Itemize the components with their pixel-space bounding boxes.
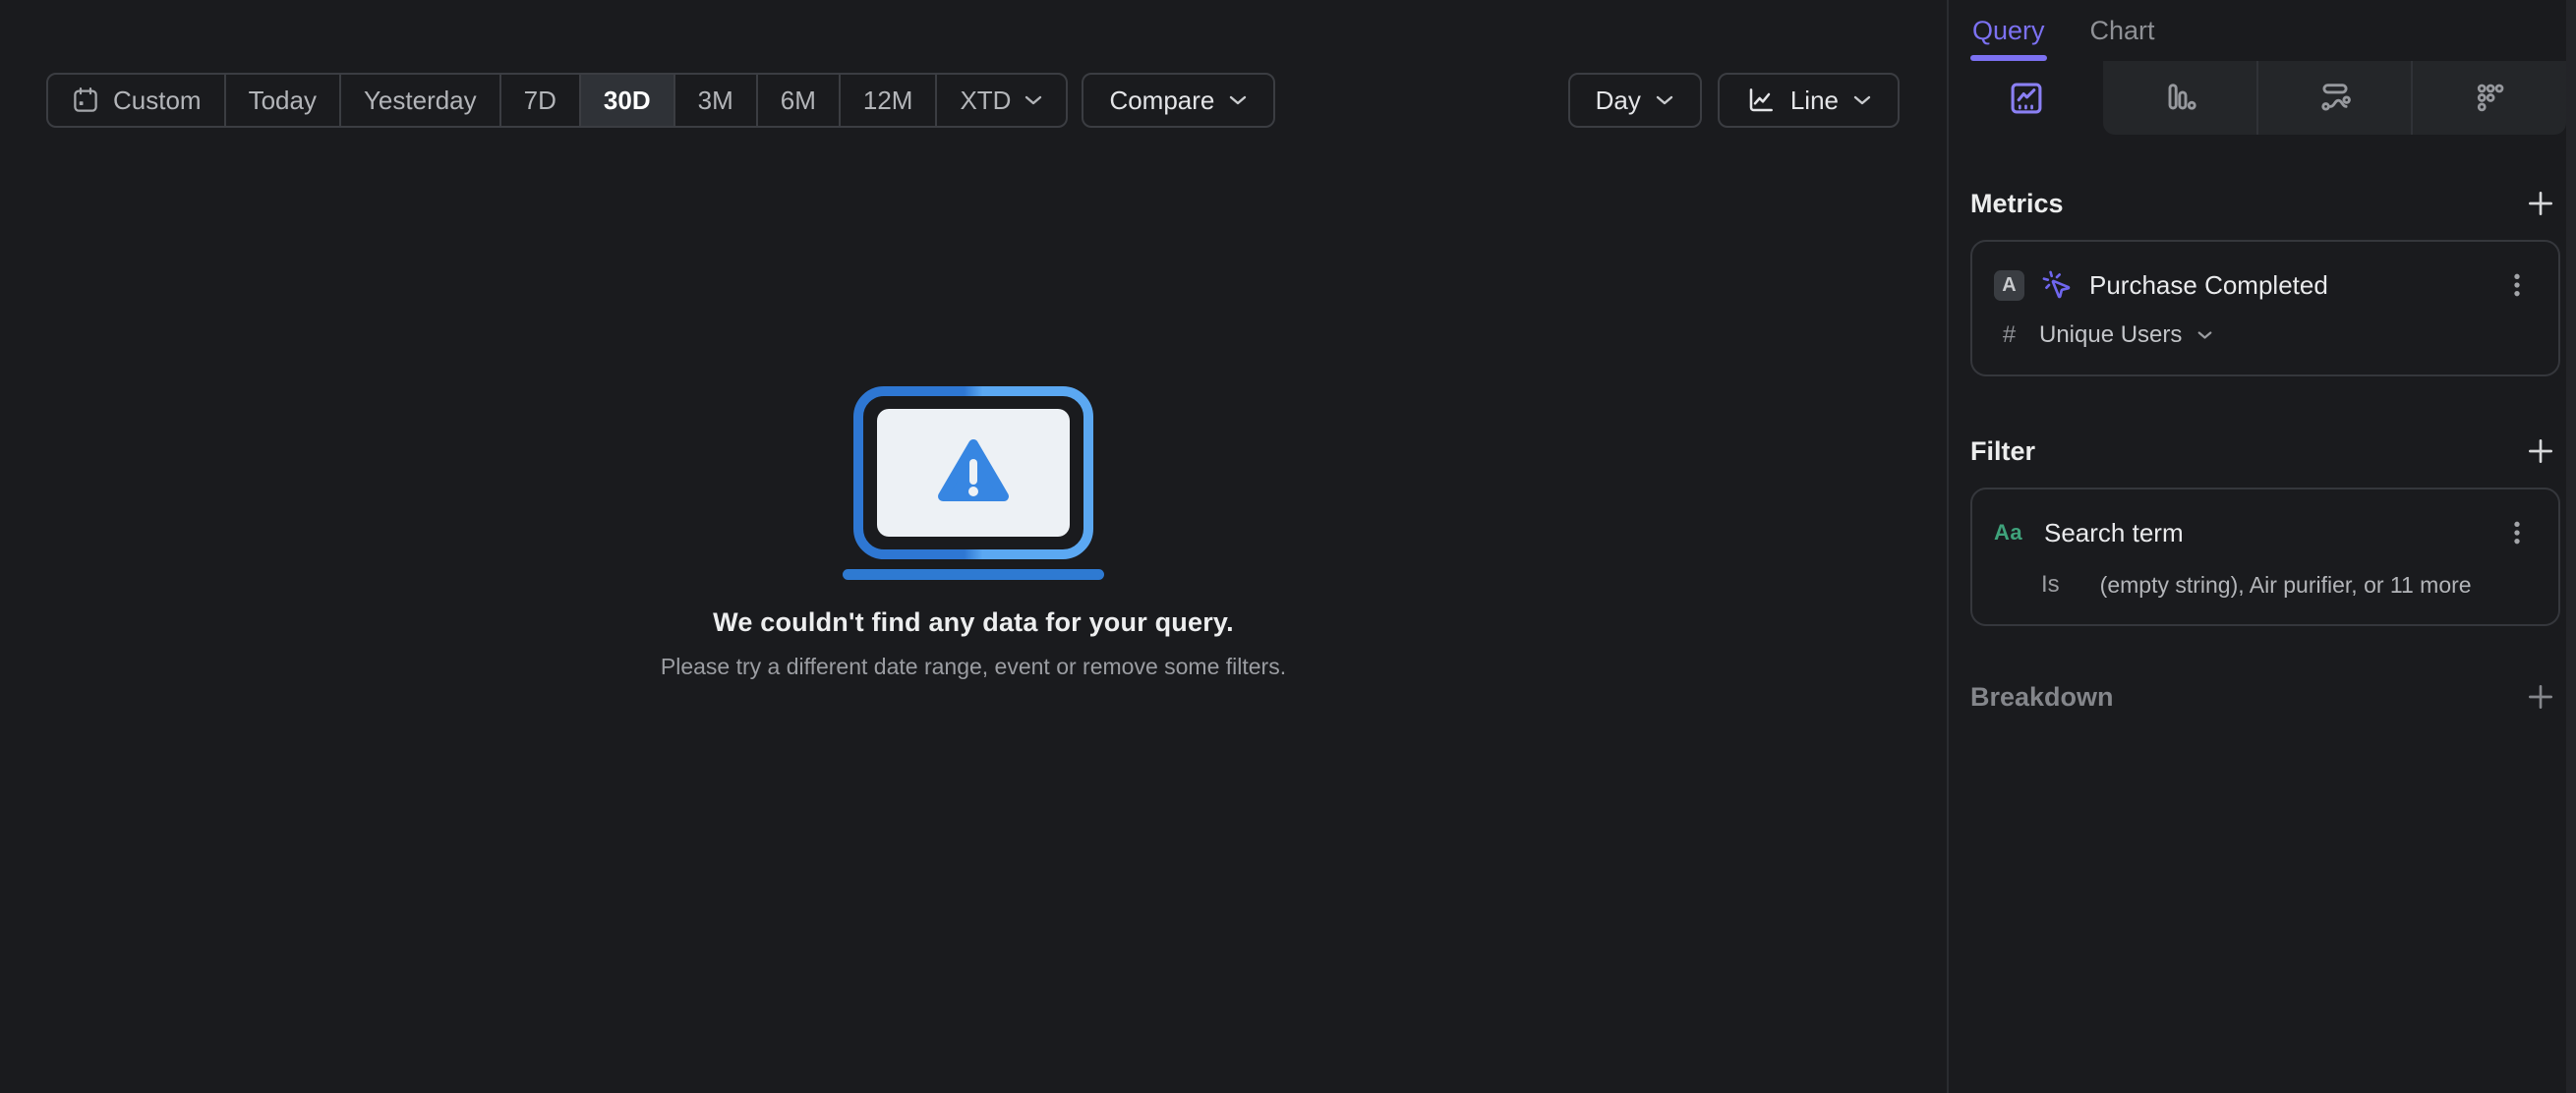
insights-icon bbox=[2011, 83, 2041, 113]
metric-event-row: A Purchase Completed bbox=[1994, 265, 2537, 305]
date-range-7d[interactable]: 7D bbox=[498, 75, 579, 126]
tab-retention[interactable] bbox=[2411, 61, 2566, 135]
filter-card[interactable]: Aa Search term Is (empty string), Air pu… bbox=[1970, 488, 2560, 626]
filter-values: (empty string), Air purifier, or 11 more bbox=[2099, 571, 2472, 598]
filter-property-name[interactable]: Search term bbox=[2044, 518, 2184, 548]
total-count-icon: # bbox=[2002, 321, 2017, 348]
flows-icon bbox=[2320, 83, 2351, 111]
funnels-icon bbox=[2168, 83, 2196, 110]
empty-state-subtitle: Please try a different date range, event… bbox=[660, 654, 1287, 679]
date-range-today[interactable]: Today bbox=[223, 75, 339, 126]
kebab-menu-icon bbox=[2514, 273, 2520, 297]
filter-condition-row[interactable]: Is (empty string), Air purifier, or 11 m… bbox=[1994, 571, 2537, 599]
plus-icon bbox=[2529, 685, 2552, 709]
main-area: Custom Today Yesterday 7D 30D 3M 6M 12M … bbox=[0, 0, 1947, 1093]
add-filter-button[interactable] bbox=[2521, 431, 2560, 471]
metric-event-name[interactable]: Purchase Completed bbox=[2089, 270, 2328, 301]
report-type-tab-group bbox=[2103, 61, 2566, 135]
compare-button[interactable]: Compare bbox=[1082, 73, 1276, 128]
chevron-down-icon bbox=[1656, 95, 1673, 105]
toolbar-right-group: Day Line bbox=[1567, 73, 1900, 128]
filter-property-row: Aa Search term bbox=[1994, 513, 2537, 552]
string-property-icon: Aa bbox=[1994, 520, 2023, 545]
toolbar: Custom Today Yesterday 7D 30D 3M 6M 12M … bbox=[46, 73, 1900, 128]
date-range-6m[interactable]: 6M bbox=[755, 75, 839, 126]
active-tab-underline bbox=[1970, 55, 2047, 61]
sidebar-tabs: Query Chart bbox=[1949, 0, 2576, 61]
kebab-menu-icon bbox=[2514, 521, 2520, 545]
add-breakdown-button[interactable] bbox=[2521, 677, 2560, 717]
chevron-down-icon bbox=[1025, 95, 1042, 105]
chevron-down-icon bbox=[1230, 95, 1247, 105]
date-range-control: Custom Today Yesterday 7D 30D 3M 6M 12M … bbox=[46, 73, 1069, 128]
filter-options-button[interactable] bbox=[2497, 513, 2537, 552]
report-type-tabs bbox=[1949, 61, 2576, 135]
metrics-title: Metrics bbox=[1970, 188, 2064, 218]
metric-aggregation-row[interactable]: # Unique Users bbox=[1994, 321, 2537, 349]
aggregation-label: Unique Users bbox=[2039, 321, 2183, 348]
date-range-12m[interactable]: 12M bbox=[838, 75, 936, 126]
breakdown-section-header: Breakdown bbox=[1970, 677, 2560, 717]
date-range-custom[interactable]: Custom bbox=[48, 75, 224, 126]
chevron-down-icon bbox=[2197, 331, 2212, 339]
date-range-30d[interactable]: 30D bbox=[578, 75, 673, 126]
chevron-down-icon bbox=[1853, 95, 1871, 105]
tab-chart[interactable]: Chart bbox=[2090, 0, 2155, 61]
date-range-yesterday[interactable]: Yesterday bbox=[338, 75, 499, 126]
metric-card[interactable]: A Purchase Completed # Unique Users bbox=[1970, 240, 2560, 376]
metrics-section-header: Metrics bbox=[1970, 184, 2560, 223]
date-range-label: Custom bbox=[113, 85, 202, 115]
metric-options-button[interactable] bbox=[2497, 265, 2537, 305]
line-chart-icon bbox=[1749, 88, 1773, 112]
sidebar-scrollbar[interactable] bbox=[2566, 0, 2576, 1093]
calendar-icon bbox=[74, 87, 97, 112]
no-data-laptop-illustration bbox=[843, 386, 1104, 580]
breakdown-title: Breakdown bbox=[1970, 681, 2114, 712]
query-sidebar: Query Chart Metrics A Purchase Completed… bbox=[1947, 0, 2576, 1093]
plus-icon bbox=[2529, 439, 2552, 463]
app-root: Custom Today Yesterday 7D 30D 3M 6M 12M … bbox=[0, 0, 2576, 1093]
query-panel: Metrics A Purchase Completed # Unique Us… bbox=[1949, 184, 2576, 717]
tab-flows[interactable] bbox=[2255, 61, 2412, 135]
plus-icon bbox=[2529, 192, 2552, 215]
empty-state: We couldn't find any data for your query… bbox=[0, 385, 1947, 680]
filter-section-header: Filter bbox=[1970, 431, 2560, 471]
chart-type-dropdown[interactable]: Line bbox=[1717, 73, 1900, 128]
filter-title: Filter bbox=[1970, 435, 2036, 466]
date-range-xtd[interactable]: XTD bbox=[935, 75, 1066, 126]
event-click-icon bbox=[2042, 270, 2071, 299]
tab-insights[interactable] bbox=[1949, 61, 2103, 135]
granularity-dropdown[interactable]: Day bbox=[1567, 73, 1702, 128]
series-letter-badge: A bbox=[1994, 269, 2024, 301]
tab-query[interactable]: Query bbox=[1970, 0, 2047, 61]
retention-icon bbox=[2478, 84, 2504, 111]
empty-state-title: We couldn't find any data for your query… bbox=[713, 607, 1234, 637]
tab-funnels[interactable] bbox=[2103, 61, 2256, 135]
add-metric-button[interactable] bbox=[2521, 184, 2560, 223]
date-range-3m[interactable]: 3M bbox=[673, 75, 756, 126]
filter-operator: Is bbox=[2041, 571, 2060, 598]
